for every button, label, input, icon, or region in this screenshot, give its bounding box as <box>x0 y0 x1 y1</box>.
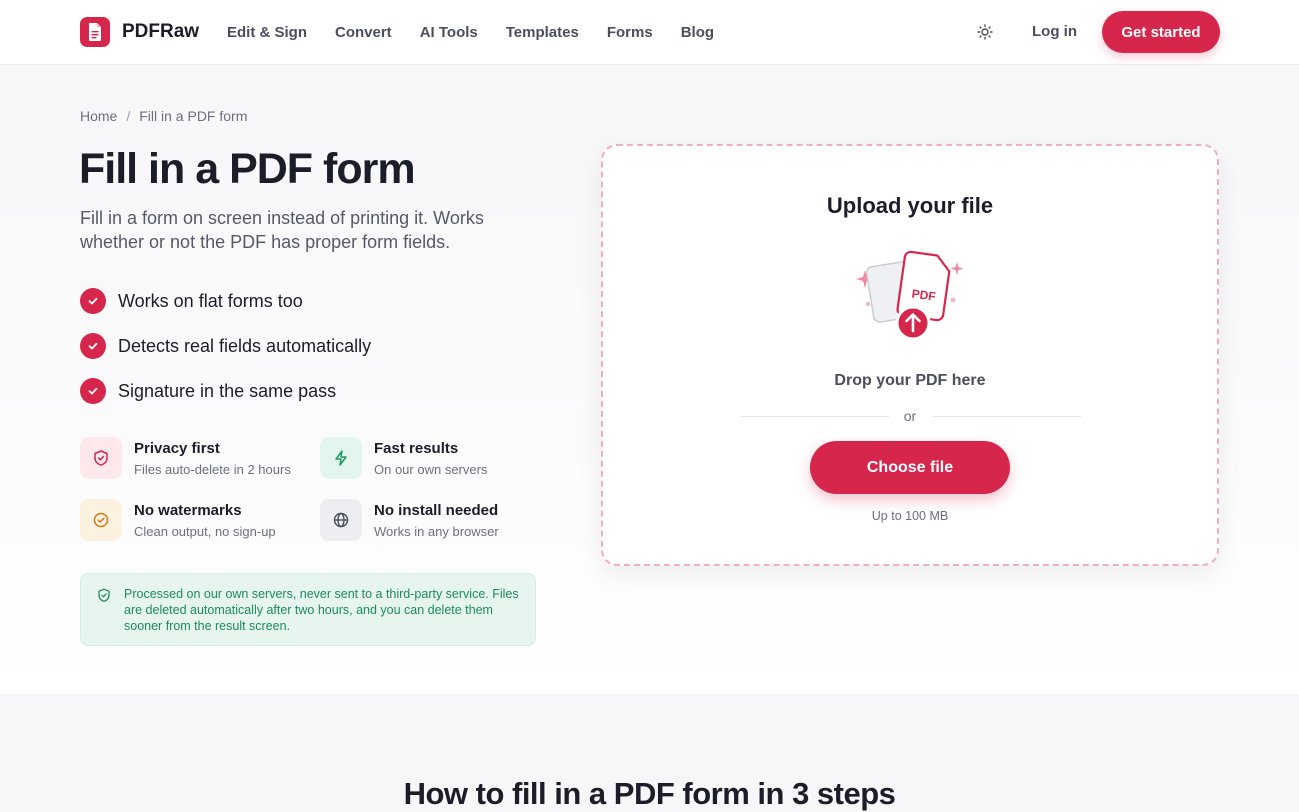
logo[interactable]: PDFRaw <box>80 17 199 47</box>
nav-item-templates[interactable]: Templates <box>506 24 579 41</box>
site-header: PDFRaw Edit & Sign Convert AI Tools Temp… <box>0 0 1299 65</box>
steps-heading: How to fill in a PDF form in 3 steps <box>403 776 896 811</box>
check-icon <box>80 288 106 314</box>
sun-icon[interactable] <box>975 22 995 42</box>
privacy-notice: Processed on our own servers, never sent… <box>80 573 536 646</box>
check-icon <box>80 333 106 359</box>
nav-item-edit-sign[interactable]: Edit & Sign <box>227 24 307 41</box>
size-limit: Up to 100 MB <box>871 509 949 523</box>
feature-fast: Fast results On our own servers <box>320 437 550 481</box>
nav-item-convert[interactable]: Convert <box>335 24 392 41</box>
feature-desc: Clean output, no sign-up <box>134 524 276 539</box>
list-item: Signature in the same pass <box>80 378 371 404</box>
upload-title: Upload your file <box>826 193 994 218</box>
feature-title: Privacy first <box>134 440 220 457</box>
breadcrumb-home[interactable]: Home <box>80 108 117 124</box>
page-subtitle: Fill in a form on screen instead of prin… <box>80 208 484 252</box>
nav-item-forms[interactable]: Forms <box>607 24 653 41</box>
page-title: Fill in a PDF form <box>79 145 416 193</box>
pdf-upload-icon: PDF <box>853 248 969 348</box>
feature-privacy: Privacy first Files auto-delete in 2 hou… <box>80 437 310 481</box>
login-link[interactable]: Log in <box>1032 23 1077 40</box>
breadcrumb: Home / Fill in a PDF form <box>80 108 247 124</box>
check-icon <box>80 378 106 404</box>
notice-text: Processed on our own servers, never sent… <box>124 587 519 633</box>
brand-name: PDFRaw <box>122 21 200 42</box>
list-item: Detects real fields automatically <box>80 333 371 359</box>
benefit-text: Works on flat forms too <box>118 290 303 311</box>
shield-check-icon <box>97 588 111 608</box>
lightning-icon <box>320 437 362 479</box>
feature-title: No watermarks <box>134 502 242 519</box>
nav-item-ai-tools[interactable]: AI Tools <box>420 24 478 41</box>
feature-desc: Works in any browser <box>374 524 499 539</box>
logo-icon <box>80 17 110 47</box>
divider-right <box>933 416 1081 417</box>
feature-desc: On our own servers <box>374 462 488 477</box>
feature-install: No install needed Works in any browser <box>320 499 550 543</box>
steps-section: How to fill in a PDF form in 3 steps <box>0 694 1299 812</box>
breadcrumb-separator: / <box>126 108 131 124</box>
nav-item-blog[interactable]: Blog <box>681 24 714 41</box>
feature-title: Fast results <box>374 440 459 457</box>
benefit-text: Detects real fields automatically <box>118 335 372 356</box>
hero-section: Home / Fill in a PDF form Fill in a PDF … <box>0 65 1299 694</box>
feature-desc: Files auto-delete in 2 hours <box>134 462 291 477</box>
upload-dropzone[interactable]: Upload your file PDF Drop your PDF here … <box>601 144 1219 566</box>
main-nav: Edit & Sign Convert AI Tools Templates F… <box>227 0 742 64</box>
shield-icon <box>80 437 122 479</box>
drop-instruction: Drop your PDF here <box>834 372 986 389</box>
globe-icon <box>320 499 362 541</box>
get-started-button[interactable]: Get started <box>1102 11 1220 53</box>
feature-title: No install needed <box>374 502 499 519</box>
choose-file-button[interactable]: Choose file <box>810 441 1010 494</box>
feature-watermarks: No watermarks Clean output, no sign-up <box>80 499 310 543</box>
breadcrumb-current: Fill in a PDF form <box>139 108 248 124</box>
or-separator: or <box>903 408 917 424</box>
benefit-text: Signature in the same pass <box>118 380 337 401</box>
list-item: Works on flat forms too <box>80 288 371 314</box>
check-circle-icon <box>80 499 122 541</box>
benefit-list: Works on flat forms too Detects real fie… <box>80 288 371 423</box>
